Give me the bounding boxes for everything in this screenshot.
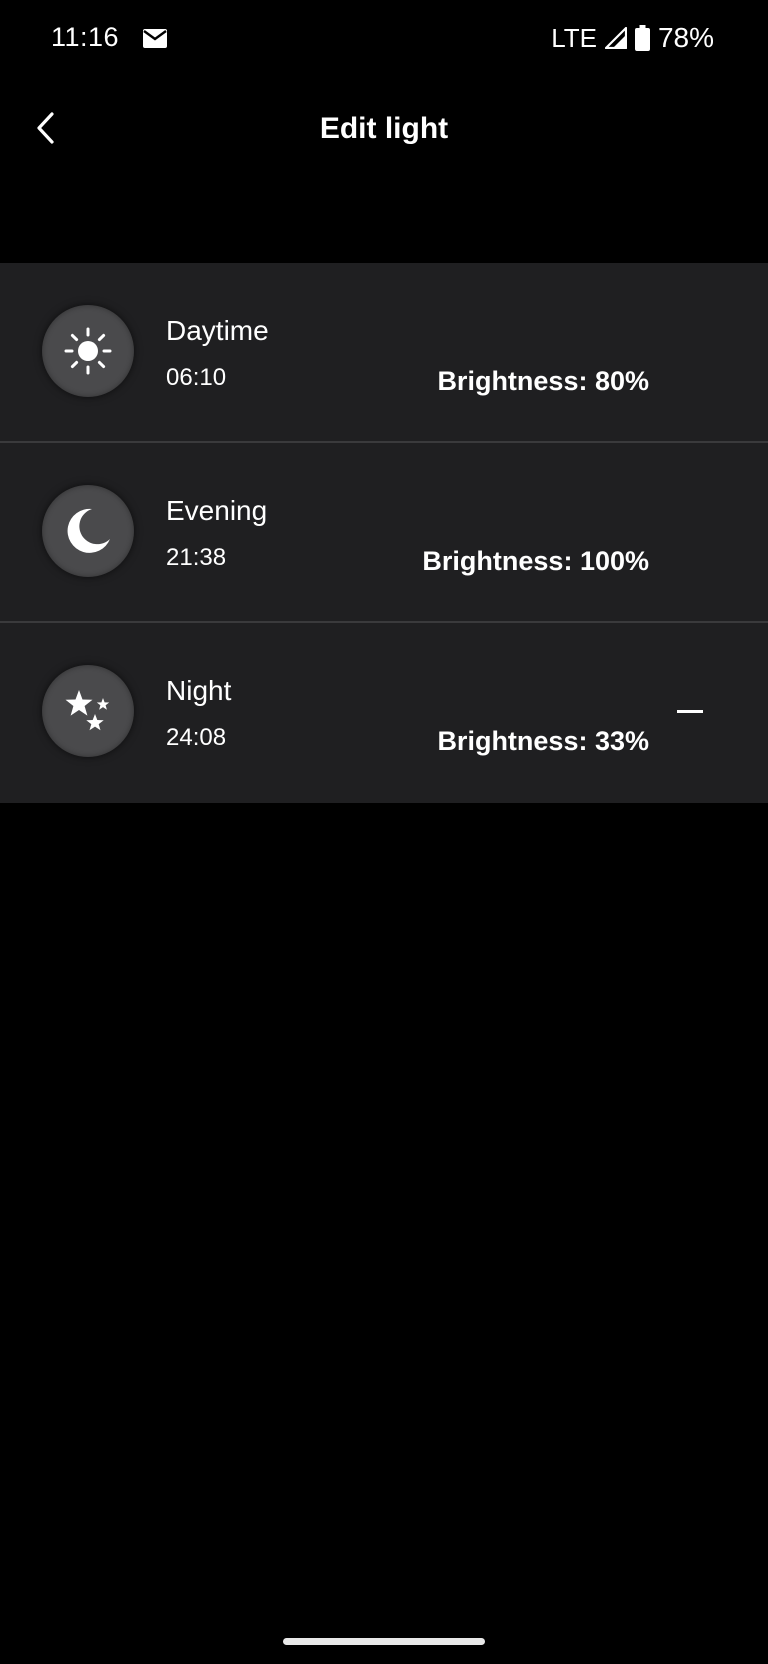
light-list: Daytime 06:10 Brightness: 80% Evening 21… (0, 263, 768, 803)
page-title: Edit light (319, 112, 449, 145)
gesture-bar[interactable] (283, 1638, 485, 1645)
light-time: 21:38 (166, 544, 227, 571)
light-brightness: Brightness: 80% (437, 366, 649, 396)
minus-icon (677, 709, 703, 713)
status-bar: 11:16 LTE 78% (0, 0, 768, 78)
light-time: 06:10 (166, 364, 227, 391)
light-row-daytime[interactable]: Daytime 06:10 Brightness: 80% (0, 263, 768, 443)
icon-circle (42, 665, 134, 757)
header: Edit light (0, 90, 768, 170)
light-brightness: Brightness: 100% (422, 546, 649, 576)
icon-circle (42, 305, 134, 397)
mail-icon (143, 29, 167, 48)
light-row-night[interactable]: Night 24:08 Brightness: 33% (0, 623, 768, 803)
light-name: Evening (166, 495, 268, 526)
status-icons: LTE 78% (551, 22, 714, 54)
light-name: Daytime (166, 315, 269, 346)
light-time: 24:08 (166, 724, 227, 751)
stars-icon (65, 690, 110, 731)
network-label: LTE (551, 22, 597, 53)
sun-icon (64, 327, 112, 375)
status-time: 11:16 (51, 22, 120, 52)
remove-button[interactable] (668, 693, 712, 729)
light-name: Night (166, 675, 232, 706)
moon-icon (67, 508, 110, 553)
battery-icon (634, 25, 650, 51)
light-row-evening[interactable]: Evening 21:38 Brightness: 100% (0, 443, 768, 623)
battery-percent: 78% (657, 22, 714, 53)
signal-icon (604, 27, 627, 49)
icon-circle (42, 485, 134, 577)
light-brightness: Brightness: 33% (437, 726, 649, 756)
